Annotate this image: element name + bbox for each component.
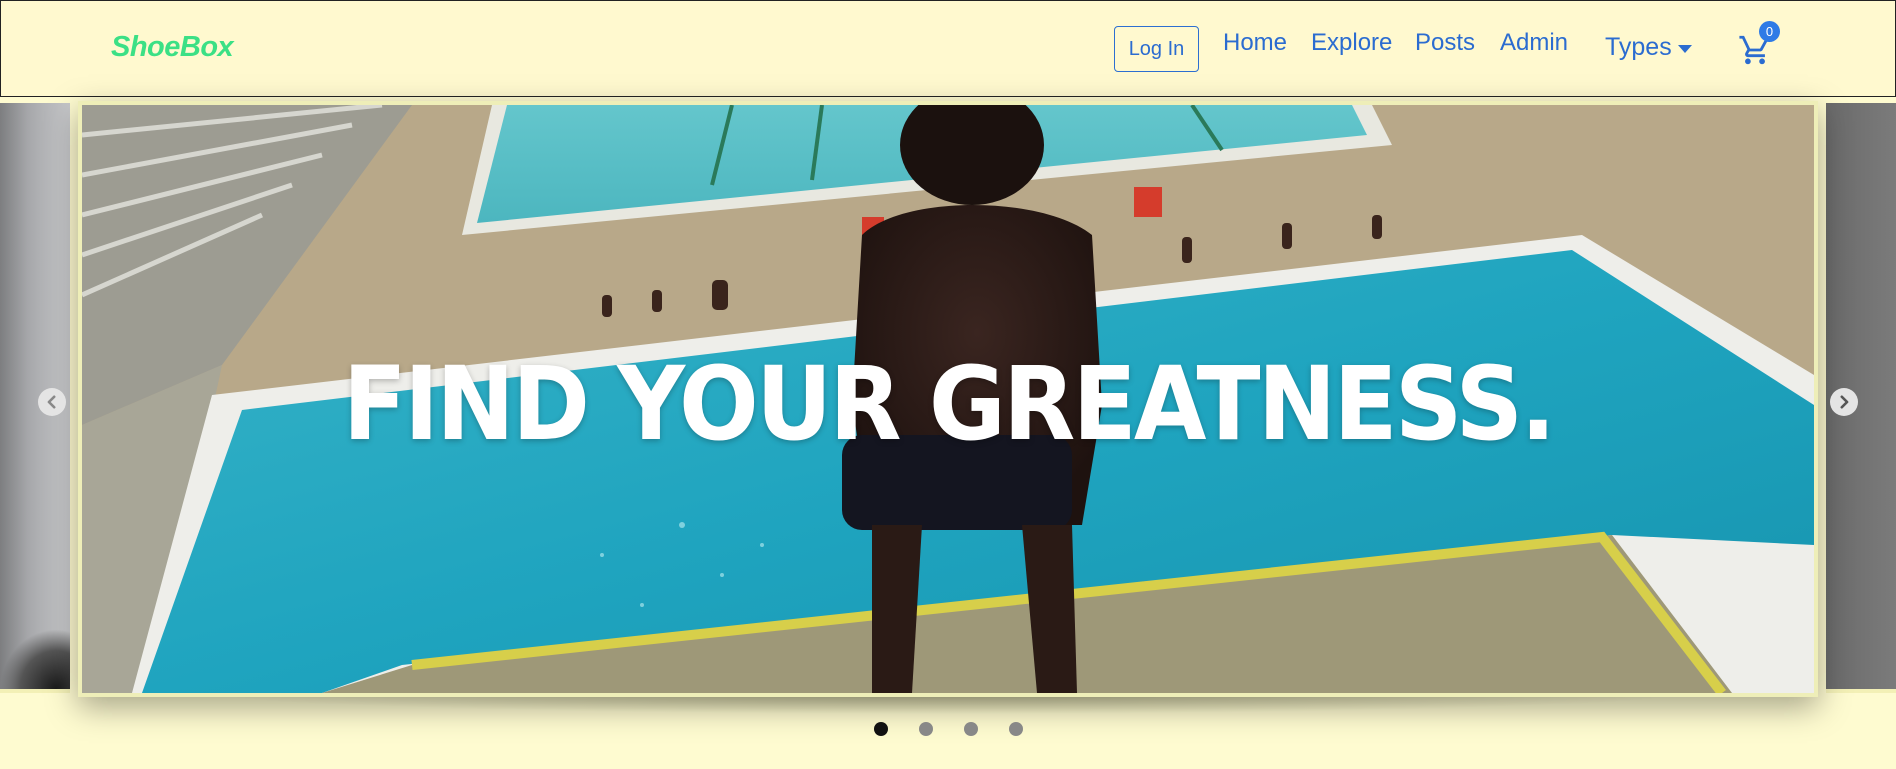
navbar: ShoeBox Log In Home Explore Posts Admin … xyxy=(0,0,1896,97)
nav-link-admin[interactable]: Admin xyxy=(1500,29,1568,57)
chevron-right-icon xyxy=(1840,395,1849,409)
carousel-next-button[interactable] xyxy=(1830,388,1858,416)
caret-down-icon xyxy=(1677,45,1692,53)
carousel-dot-4[interactable] xyxy=(1009,722,1023,736)
chevron-left-icon xyxy=(47,395,56,409)
nav-link-home[interactable]: Home xyxy=(1223,29,1287,57)
nav-link-posts[interactable]: Posts xyxy=(1415,29,1475,57)
carousel-dot-1[interactable] xyxy=(874,722,888,736)
carousel-dot-2[interactable] xyxy=(919,722,933,736)
types-label: Types xyxy=(1605,33,1672,61)
carousel-active-slide[interactable]: FIND YOUR GREATNESS. xyxy=(78,101,1818,697)
login-button[interactable]: Log In xyxy=(1114,26,1199,72)
carousel-prev-button[interactable] xyxy=(38,388,66,416)
nav-link-explore[interactable]: Explore xyxy=(1311,29,1392,57)
types-dropdown[interactable]: Types xyxy=(1605,33,1692,62)
hero-headline: FIND YOUR GREATNESS. xyxy=(342,345,1556,464)
carousel-dot-3[interactable] xyxy=(964,722,978,736)
brand-logo[interactable]: ShoeBox xyxy=(111,31,234,64)
cart-count-badge: 0 xyxy=(1759,21,1780,42)
carousel-indicators xyxy=(874,722,1023,736)
